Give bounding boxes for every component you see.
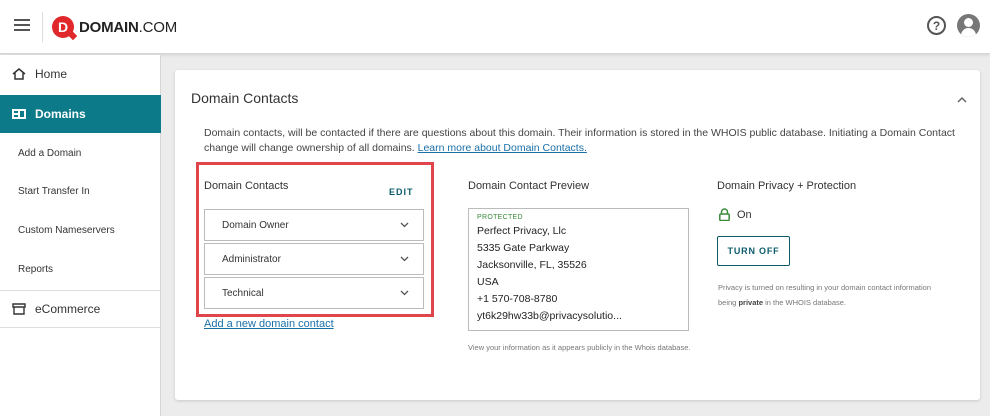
preview-title: Domain Contact Preview	[468, 180, 590, 192]
card-title: Domain Contacts	[191, 90, 299, 106]
help-icon[interactable]: ?	[927, 16, 946, 35]
highlight-box	[196, 162, 434, 317]
sidebar-item-start-transfer[interactable]: Start Transfer In	[0, 172, 161, 210]
turn-off-button[interactable]: TURN OFF	[717, 236, 790, 266]
sidebar-item-label: Custom Nameservers	[18, 224, 115, 236]
chevron-up-icon[interactable]	[955, 95, 969, 105]
avatar-icon[interactable]	[957, 14, 980, 37]
menu-icon[interactable]	[14, 19, 30, 33]
lock-icon	[719, 208, 730, 221]
preview-note: View your information as it appears publ…	[468, 343, 691, 352]
sidebar-item-label: Add a Domain	[18, 147, 82, 159]
preview-line: Jacksonville, FL, 35526	[477, 259, 587, 271]
privacy-note: Privacy is turned on resulting in your d…	[718, 283, 932, 307]
sidebar-item-custom-nameservers[interactable]: Custom Nameservers	[0, 211, 161, 249]
sidebar-item-reports[interactable]: Reports	[0, 250, 161, 288]
privacy-status: On	[719, 208, 752, 221]
store-icon	[12, 303, 26, 315]
preview-line: USA	[477, 276, 499, 288]
preview-line: +1 570-708-8780	[477, 293, 558, 305]
sidebar-item-label: Reports	[18, 263, 54, 275]
header-divider	[42, 12, 43, 42]
home-icon	[12, 68, 26, 80]
preview-line: 5335 Gate Parkway	[477, 242, 570, 254]
domain-contacts-card: Domain Contacts Domain contacts, will be…	[175, 70, 980, 400]
sidebar-item-label: Start Transfer In	[18, 185, 90, 197]
sidebar-item-label: Domains	[35, 107, 86, 121]
sidebar-item-label: Home	[35, 67, 68, 81]
learn-more-link[interactable]: Learn more about Domain Contacts.	[418, 142, 587, 154]
intro-text: Domain contacts, will be contacted if th…	[204, 127, 955, 154]
sidebar-item-label: eCommerce	[35, 302, 101, 316]
preview-line: Perfect Privacy, Llc	[477, 225, 567, 237]
domains-icon	[12, 109, 26, 119]
add-contact-link[interactable]: Add a new domain contact	[204, 318, 334, 330]
sidebar-item-add-domain[interactable]: Add a Domain	[0, 134, 161, 172]
protected-badge: PROTECTED	[477, 214, 523, 221]
logo[interactable]: D DOMAIN.COM	[52, 14, 177, 40]
sidebar-item-home[interactable]: Home	[0, 55, 161, 93]
preview-line: yt6k29hw33b@privacysolutio...	[477, 310, 622, 322]
sidebar-item-domains[interactable]: Domains	[0, 95, 161, 133]
sidebar-item-ecommerce[interactable]: eCommerce	[0, 290, 161, 328]
sidebar: Home Domains Add a Domain Start Transfer…	[0, 55, 161, 416]
logo-text: DOMAIN.COM	[79, 18, 178, 36]
top-bar: D DOMAIN.COM ?	[0, 0, 990, 54]
privacy-title: Domain Privacy + Protection	[717, 180, 857, 192]
logo-mark: D	[52, 16, 74, 38]
privacy-status-text: On	[737, 208, 752, 221]
contact-preview-box: PROTECTED Perfect Privacy, Llc 5335 Gate…	[468, 208, 689, 331]
